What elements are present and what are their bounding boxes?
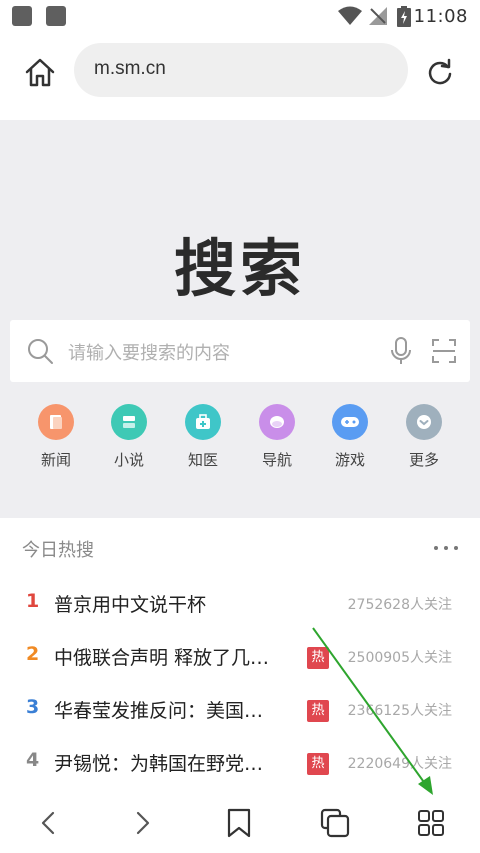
bottom-nav bbox=[0, 793, 480, 853]
url-bar[interactable]: m.sm.cn bbox=[74, 43, 408, 97]
scan-icon[interactable] bbox=[432, 339, 456, 363]
bookmark-button[interactable] bbox=[215, 803, 263, 843]
tabs-icon bbox=[320, 808, 350, 838]
status-bar: 11:08 bbox=[0, 0, 480, 34]
hot-badge: 热 bbox=[307, 700, 329, 722]
tabs-button[interactable] bbox=[311, 803, 359, 843]
address-bar-row: m.sm.cn bbox=[0, 34, 480, 120]
medical-kit-icon bbox=[185, 404, 221, 440]
hot-rank: 3 bbox=[26, 696, 40, 718]
battery-charging-icon bbox=[397, 6, 411, 27]
notification-icon bbox=[46, 6, 66, 26]
home-icon bbox=[25, 58, 55, 87]
search-placeholder: 请输入要搜索的内容 bbox=[68, 343, 230, 364]
notification-icon bbox=[12, 6, 32, 26]
hot-search-title: 今日热搜 bbox=[22, 540, 94, 561]
hot-rank: 1 bbox=[26, 590, 40, 612]
quick-link-label: 新闻 bbox=[40, 451, 71, 469]
hot-badge: 热 bbox=[307, 647, 329, 669]
hot-follow-count: 2752628人关注 bbox=[347, 597, 452, 613]
quick-link-label: 导航 bbox=[261, 451, 292, 469]
chevron-right-icon bbox=[136, 811, 150, 835]
search-icon bbox=[28, 339, 53, 364]
hot-follow-count: 2220649人关注 bbox=[347, 756, 452, 772]
quick-link-games[interactable]: 游戏 bbox=[315, 404, 385, 470]
wifi-icon bbox=[338, 6, 362, 25]
back-button[interactable] bbox=[24, 803, 72, 843]
hot-rank: 4 bbox=[26, 749, 40, 771]
quick-link-more[interactable]: 更多 bbox=[389, 404, 459, 470]
hot-search-panel: 今日热搜 1 普京用中文说干杯 2752628人关注 2 中俄联合声明 释放了几… bbox=[0, 518, 480, 793]
quick-link-news[interactable]: 新闻 bbox=[21, 404, 91, 470]
quick-link-label: 小说 bbox=[113, 451, 144, 469]
search-logo: 搜索 bbox=[173, 232, 306, 305]
quick-link-novel[interactable]: 小说 bbox=[94, 404, 164, 470]
forward-button[interactable] bbox=[119, 803, 167, 843]
menu-button[interactable] bbox=[407, 803, 455, 843]
quick-link-medical[interactable]: 知医 bbox=[168, 404, 238, 470]
hot-search-item[interactable]: 1 普京用中文说干杯 2752628人关注 bbox=[0, 578, 480, 630]
quick-link-label: 游戏 bbox=[334, 451, 365, 469]
hot-title: 中俄联合声明 释放了几… bbox=[54, 647, 270, 669]
quick-link-label: 知医 bbox=[187, 451, 218, 469]
microphone-icon[interactable] bbox=[390, 337, 412, 365]
hot-search-item[interactable]: 2 中俄联合声明 释放了几… 热 2500905人关注 bbox=[0, 631, 480, 683]
book-icon bbox=[111, 404, 147, 440]
quick-links: 新闻 小说 知医 导航 游戏 更多 bbox=[0, 404, 480, 474]
hot-search-item[interactable]: 3 华春莹发推反问：美国… 热 2366125人关注 bbox=[0, 684, 480, 736]
home-button[interactable] bbox=[20, 52, 60, 92]
more-options-icon[interactable] bbox=[434, 546, 458, 552]
hot-search-item[interactable]: 4 尹锡悦：为韩国在野党… 热 2220649人关注 bbox=[0, 737, 480, 789]
grid-menu-icon bbox=[418, 810, 444, 836]
hot-follow-count: 2366125人关注 bbox=[347, 703, 452, 719]
clock: 11:08 bbox=[413, 6, 468, 27]
hot-badge: 热 bbox=[307, 753, 329, 775]
hot-rank: 2 bbox=[26, 643, 40, 665]
chevron-down-icon bbox=[406, 404, 442, 440]
hot-follow-count: 2500905人关注 bbox=[347, 650, 452, 666]
search-input[interactable]: 请输入要搜索的内容 bbox=[10, 320, 470, 382]
compass-icon bbox=[259, 404, 295, 440]
quick-link-navigation[interactable]: 导航 bbox=[242, 404, 312, 470]
search-area: 搜索 请输入要搜索的内容 新闻 小说 知医 导航 游戏 更多 bbox=[0, 120, 480, 518]
no-signal-icon bbox=[369, 7, 387, 25]
bookmark-icon bbox=[227, 808, 251, 838]
gamepad-icon bbox=[332, 404, 368, 440]
hot-title: 尹锡悦：为韩国在野党… bbox=[54, 753, 264, 775]
chevron-left-icon bbox=[41, 811, 55, 835]
news-icon bbox=[38, 404, 74, 440]
reload-icon bbox=[428, 58, 452, 85]
hot-title: 华春莹发推反问：美国… bbox=[54, 700, 264, 722]
hot-title: 普京用中文说干杯 bbox=[54, 594, 207, 616]
reload-button[interactable] bbox=[420, 52, 460, 92]
url-text: m.sm.cn bbox=[94, 58, 166, 79]
quick-link-label: 更多 bbox=[408, 451, 439, 469]
